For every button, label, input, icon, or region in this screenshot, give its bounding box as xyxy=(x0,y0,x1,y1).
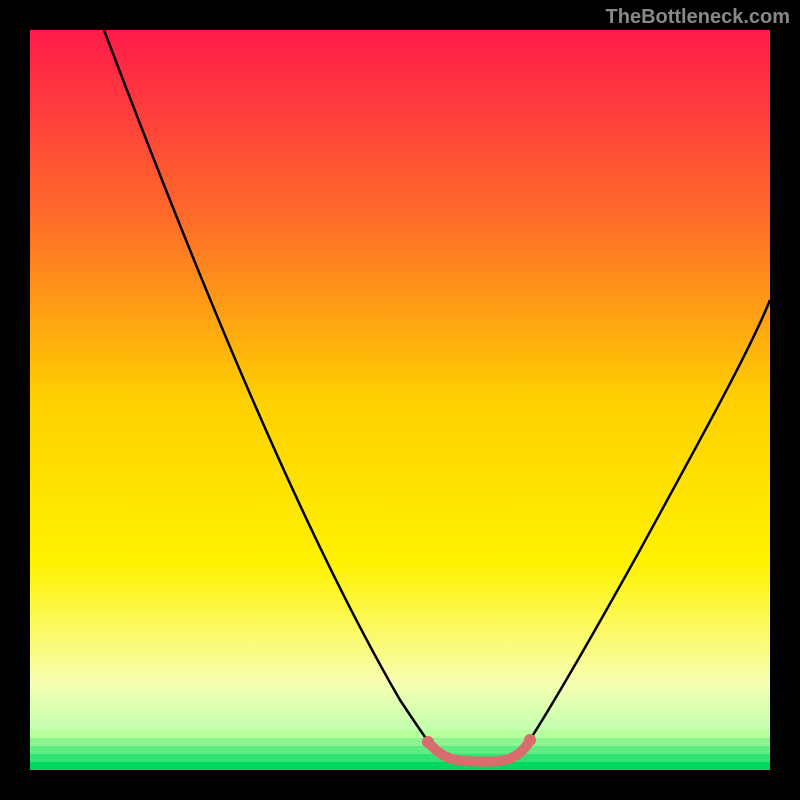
band-1 xyxy=(30,730,770,738)
gradient-background xyxy=(30,30,770,770)
highlight-dot-right xyxy=(524,734,536,746)
chart-container: TheBottleneck.com xyxy=(0,0,800,800)
band-3 xyxy=(30,746,770,754)
highlight-dot-left xyxy=(422,736,434,748)
band-2 xyxy=(30,738,770,746)
plot-area xyxy=(30,30,770,770)
band-4 xyxy=(30,754,770,762)
watermark-text: TheBottleneck.com xyxy=(606,6,790,29)
chart-svg xyxy=(30,30,770,770)
band-5 xyxy=(30,762,770,770)
